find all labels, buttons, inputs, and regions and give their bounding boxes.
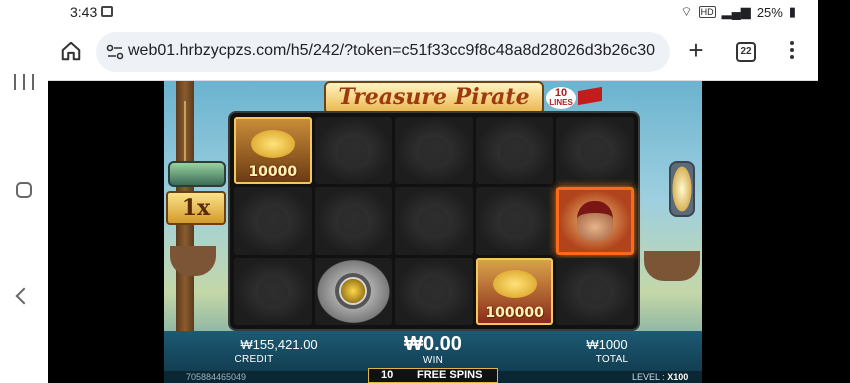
skull-symbol-icon	[257, 277, 288, 306]
pirate-wild-symbol-icon	[577, 200, 614, 241]
reel-cell-coin-bag: 10000	[234, 117, 312, 185]
reel-cell-skull	[395, 117, 473, 185]
reel-cell-pirate	[556, 187, 634, 255]
battery-percent: 25%	[756, 4, 783, 20]
site-settings-icon[interactable]	[106, 44, 124, 60]
reel-cell-skull	[314, 187, 393, 255]
address-bar[interactable]: web01.hrbzycpzs.com/h5/242/?token=c51f33…	[96, 32, 670, 72]
multiplier-display: 1x	[166, 191, 226, 225]
reel-cell-silver-sword-coin	[314, 257, 393, 325]
reel-cell-skull	[475, 117, 554, 185]
reel-cell-skull	[475, 187, 554, 255]
reel-cell-coin-chest: 100000	[475, 257, 554, 325]
game-status-strip: 705884465049 10 FREE SPINS LEVEL : X100	[164, 368, 702, 383]
browser-toolbar: web01.hrbzycpzs.com/h5/242/?token=c51f33…	[48, 24, 818, 81]
reel-cell-skull	[314, 117, 393, 185]
home-nav-icon[interactable]	[16, 182, 32, 198]
more-menu-icon[interactable]	[786, 38, 798, 64]
lantern-decoration	[669, 161, 695, 217]
new-tab-icon[interactable]: +	[684, 37, 708, 63]
game-title: Treasure Pirate	[338, 84, 530, 110]
skull-symbol-icon	[418, 136, 449, 165]
free-spins-counter: 10 FREE SPINS	[368, 368, 498, 383]
reel-cell-skull	[395, 187, 473, 255]
lines-count: 10	[554, 87, 568, 99]
shipwreck-left	[170, 246, 216, 276]
free-spins-label: FREE SPINS	[417, 369, 483, 381]
url-text[interactable]: web01.hrbzycpzs.com/h5/242/?token=c51f33…	[128, 42, 655, 60]
reel-cell-skull	[556, 257, 634, 325]
skull-symbol-icon	[580, 136, 611, 165]
shipwreck-right	[644, 251, 700, 281]
skull-symbol-icon	[418, 206, 449, 235]
free-spins-count: 10	[381, 369, 394, 381]
credit-value: ₩155,421.00	[240, 337, 318, 352]
status-bar: 3:43 ⌔ HD ▂▄▆ 25% ▮	[48, 0, 818, 24]
symbol-value: 10000	[248, 164, 298, 181]
level-label: LEVEL :	[632, 372, 665, 382]
pirate-flag	[578, 86, 602, 106]
crossed-swords-scatter-icon	[335, 273, 372, 310]
treasure-chest-symbol-icon	[492, 270, 537, 299]
account-id: 705884465049	[186, 372, 247, 382]
skull-symbol-icon	[338, 206, 369, 235]
status-time: 3:43	[70, 4, 98, 20]
win-label: WIN	[422, 355, 444, 366]
skull-symbol-icon	[499, 136, 530, 165]
home-icon[interactable]	[60, 40, 82, 62]
game-title-banner: Treasure Pirate	[324, 81, 544, 115]
reel-cell-skull	[395, 257, 473, 325]
multiplier-lantern	[168, 161, 226, 187]
image-notification-icon	[101, 6, 113, 17]
slot-game-canvas[interactable]: 1x Treasure Pirate 10 LINES 10000 100000 …	[164, 81, 702, 383]
lines-badge: 10 LINES	[546, 87, 576, 109]
tab-switcher-button[interactable]: 22	[736, 42, 756, 62]
skull-symbol-icon	[499, 206, 530, 235]
reel-grid[interactable]: 10000 100000	[228, 111, 640, 331]
battery-icon: ▮	[788, 4, 796, 19]
skull-symbol-icon	[257, 206, 288, 235]
recent-apps-icon[interactable]	[14, 74, 34, 90]
level-value: X100	[667, 372, 689, 382]
skull-symbol-icon	[418, 277, 449, 306]
signal-icon: ▂▄▆	[721, 4, 751, 19]
total-value: ₩1000	[586, 337, 628, 352]
win-value: ₩0.00	[404, 333, 462, 355]
reel-cell-skull	[556, 117, 634, 185]
skull-symbol-icon	[338, 136, 369, 165]
reel-cell-skull	[234, 187, 312, 255]
reel-cell-skull	[234, 257, 312, 325]
back-nav-icon[interactable]	[15, 287, 33, 305]
skull-symbol-icon	[580, 277, 611, 306]
symbol-value: 100000	[485, 305, 544, 321]
credit-label: CREDIT	[234, 354, 274, 365]
hd-icon: HD	[698, 6, 716, 18]
total-label: TOTAL	[595, 354, 629, 365]
multiplier-value: 1x	[181, 195, 211, 221]
lines-label: LINES	[549, 98, 573, 107]
coin-bag-symbol-icon	[250, 129, 295, 158]
level-indicator: LEVEL : X100	[632, 371, 688, 383]
android-nav-bar	[0, 0, 48, 383]
wifi-icon: ⌔	[680, 4, 693, 19]
